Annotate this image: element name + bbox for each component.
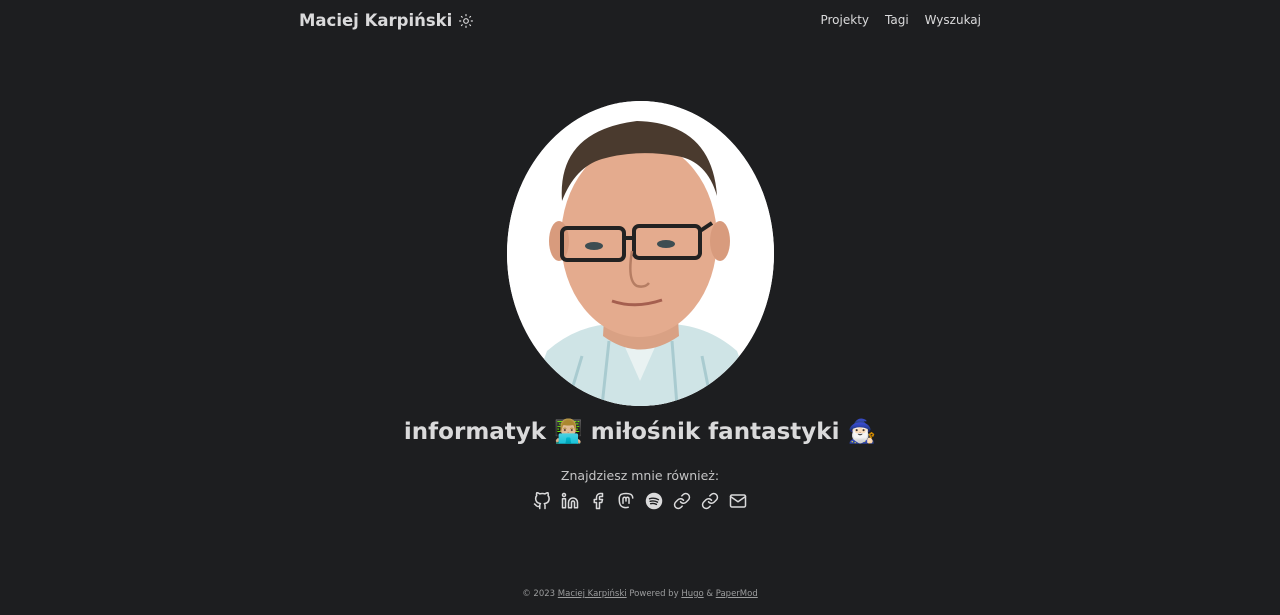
profile-subtitle: Znajdziesz mnie również: [560, 468, 720, 484]
site-footer: © 2023 Maciej Karpiński Powered by Hugo … [0, 589, 1280, 599]
avatar [506, 101, 774, 406]
site-header: Maciej Karpiński Projekty Tagi Wyszukaj [299, 0, 981, 40]
footer-hugo-link[interactable]: Hugo [681, 589, 703, 599]
footer-author-link[interactable]: Maciej Karpiński [558, 589, 627, 599]
profile-headline: informatyk 👨🏼‍💻 miłośnik fantastyki 🧙🏻‍♂… [403, 419, 877, 445]
menu-item-tagi[interactable]: Tagi [885, 13, 909, 27]
footer-papermod-link[interactable]: PaperMod [716, 589, 758, 599]
social-icons [533, 492, 747, 510]
facebook-icon[interactable] [589, 492, 607, 510]
main-menu: Projekty Tagi Wyszukaj [820, 13, 981, 27]
site-title-link[interactable]: Maciej Karpiński [299, 11, 452, 30]
profile-section: informatyk 👨🏼‍💻 miłośnik fantastyki 🧙🏻‍♂… [0, 101, 1280, 510]
logo-switches: Maciej Karpiński [299, 11, 474, 30]
menu-item-projekty[interactable]: Projekty [820, 13, 869, 27]
menu-item-wyszukaj[interactable]: Wyszukaj [925, 13, 981, 27]
mastodon-icon[interactable] [617, 492, 635, 510]
footer-copyright: © 2023 [522, 589, 556, 599]
link-icon[interactable] [701, 492, 719, 510]
linkedin-icon[interactable] [561, 492, 579, 510]
mail-icon[interactable] [729, 492, 747, 510]
sun-icon[interactable] [459, 13, 474, 28]
spotify-icon[interactable] [645, 492, 663, 510]
github-icon[interactable] [533, 492, 551, 510]
footer-ampersand: & [706, 589, 714, 599]
link-icon[interactable] [673, 492, 691, 510]
footer-powered-by: Powered by [629, 589, 679, 599]
